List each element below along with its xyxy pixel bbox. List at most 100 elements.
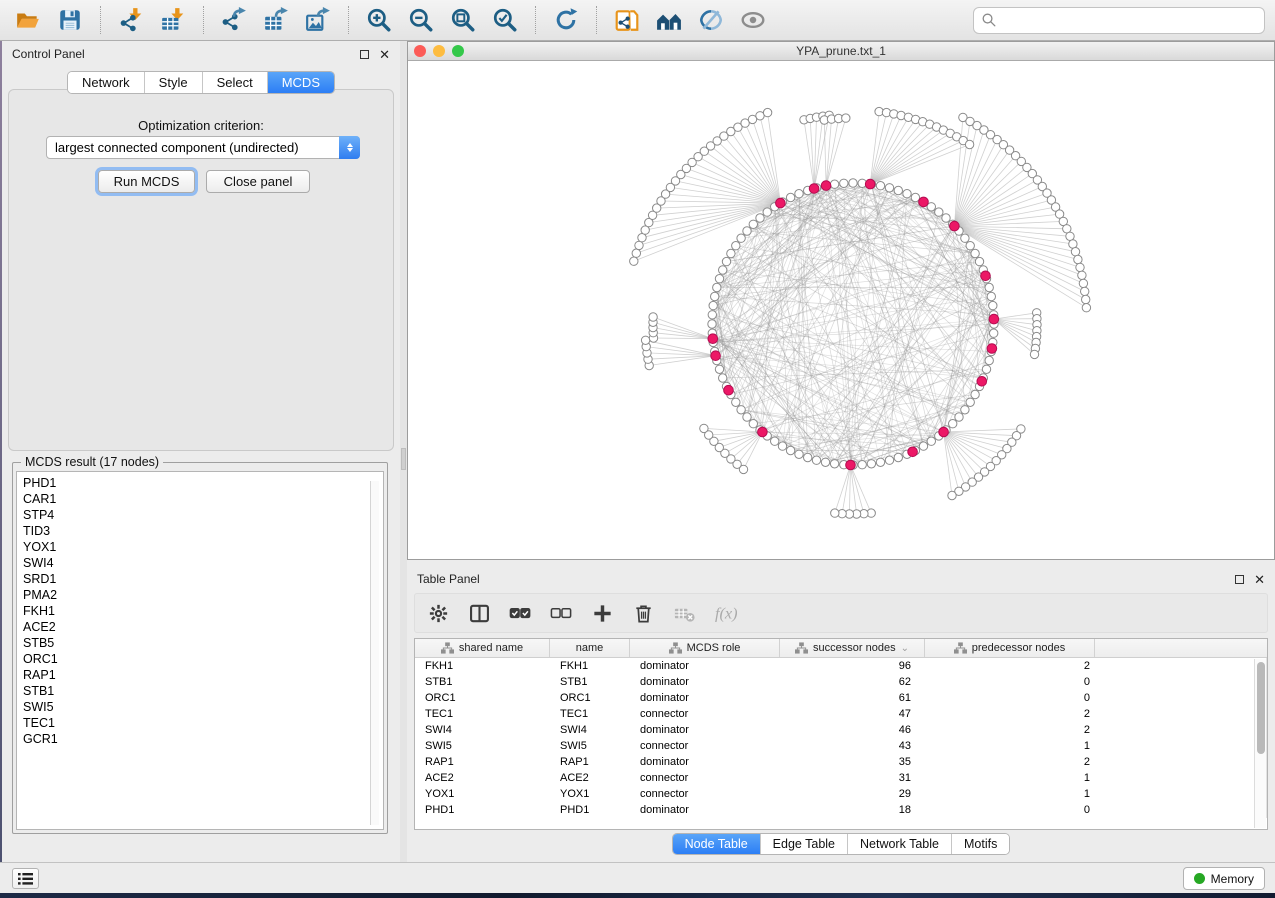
graph-node [795, 450, 803, 458]
export-network-button[interactable] [216, 3, 252, 37]
graph-node [743, 227, 751, 235]
mcds-result-item[interactable]: STP4 [23, 507, 383, 523]
tab-network[interactable]: Network [68, 72, 145, 93]
mcds-result-item[interactable]: YOX1 [23, 539, 383, 555]
table-row[interactable]: RAP1RAP1dominator352 [415, 754, 1267, 770]
mcds-result-item[interactable]: STB1 [23, 683, 383, 699]
mcds-result-item[interactable]: FKH1 [23, 603, 383, 619]
network-graph[interactable] [408, 61, 1274, 558]
main-toolbar [0, 0, 1275, 41]
run-mcds-button[interactable]: Run MCDS [98, 170, 195, 193]
mcds-result-item[interactable]: STB5 [23, 635, 383, 651]
graph-node [894, 453, 902, 461]
table-scrollbar[interactable] [1254, 659, 1266, 828]
mcds-result-item[interactable]: SRD1 [23, 571, 383, 587]
cell: 2 [925, 722, 1095, 738]
table-row[interactable]: FKH1FKH1dominator962 [415, 658, 1267, 674]
export-image-button[interactable] [300, 3, 336, 37]
select-all-button[interactable] [509, 600, 532, 626]
zoom-fit-button[interactable] [445, 3, 481, 37]
zoom-in-button[interactable] [361, 3, 397, 37]
criterion-dropdown[interactable]: largest connected component (undirected) [46, 136, 360, 159]
table-row[interactable]: PHD1PHD1dominator180 [415, 802, 1267, 818]
column-header-successor-nodes[interactable]: successor nodes⌄ [780, 639, 925, 657]
mcds-result-item[interactable]: ACE2 [23, 619, 383, 635]
table-row[interactable]: STB1STB1dominator620 [415, 674, 1267, 690]
graph-mcds-node [821, 181, 831, 191]
task-history-button[interactable] [12, 868, 39, 889]
mcds-result-item[interactable]: TEC1 [23, 715, 383, 731]
columns-button[interactable] [468, 600, 491, 626]
network-window-titlebar[interactable]: YPA_prune.txt_1 [408, 42, 1274, 61]
table-row[interactable]: ACE2ACE2connector311 [415, 770, 1267, 786]
zoom-out-button[interactable] [403, 3, 439, 37]
save-button[interactable] [52, 3, 88, 37]
cell: 18 [780, 802, 925, 818]
mcds-result-item[interactable]: CAR1 [23, 491, 383, 507]
tab-network-table[interactable]: Network Table [848, 834, 952, 854]
close-panel-button[interactable]: Close panel [206, 170, 310, 193]
mcds-result-item[interactable]: TID3 [23, 523, 383, 539]
tab-mcds[interactable]: MCDS [268, 72, 334, 93]
export-table-button[interactable] [258, 3, 294, 37]
delete-button[interactable] [632, 600, 655, 626]
float-table-panel-icon[interactable] [1235, 575, 1244, 584]
tab-style[interactable]: Style [145, 72, 203, 93]
tab-motifs[interactable]: Motifs [952, 834, 1009, 854]
import-network-button[interactable] [113, 3, 149, 37]
clone-network-icon [614, 7, 640, 33]
table-row[interactable]: YOX1YOX1connector291 [415, 786, 1267, 802]
toolbar-search[interactable] [973, 7, 1265, 34]
column-header-MCDS-role[interactable]: MCDS role [630, 639, 780, 657]
memory-button[interactable]: Memory [1183, 867, 1265, 890]
eye-slash-button[interactable] [693, 3, 729, 37]
eye-button[interactable] [735, 3, 771, 37]
clone-network-button[interactable] [609, 3, 645, 37]
zoom-selected-button[interactable] [487, 3, 523, 37]
float-panel-icon[interactable] [360, 50, 369, 59]
tab-select[interactable]: Select [203, 72, 268, 93]
mcds-list-scrollbar[interactable] [370, 481, 379, 825]
vertical-splitter[interactable] [400, 41, 407, 862]
optimization-criterion-label: Optimization criterion: [9, 118, 393, 133]
mcds-result-item[interactable]: GCR1 [23, 731, 383, 747]
graph-node [715, 275, 723, 283]
table-row[interactable]: SWI4SWI4dominator462 [415, 722, 1267, 738]
column-header-shared-name[interactable]: shared name [415, 639, 550, 657]
splitter-grip[interactable] [401, 448, 406, 470]
mcds-result-item[interactable]: RAP1 [23, 667, 383, 683]
close-panel-icon[interactable]: ✕ [379, 50, 390, 59]
tab-node-table[interactable]: Node Table [673, 834, 761, 854]
open-folder-button[interactable] [10, 3, 46, 37]
mcds-result-item[interactable]: SWI4 [23, 555, 383, 571]
table-panel-titlebar[interactable]: Table Panel ✕ [407, 566, 1275, 592]
gear-button[interactable] [427, 600, 450, 626]
mcds-result-item[interactable]: SWI5 [23, 699, 383, 715]
column-header-name[interactable]: name [550, 639, 630, 657]
control-panel-titlebar[interactable]: Control Panel ✕ [2, 41, 400, 67]
cell: 43 [780, 738, 925, 754]
double-house-button[interactable] [651, 3, 687, 37]
deselect-all-button[interactable] [550, 600, 573, 626]
close-table-panel-icon[interactable]: ✕ [1254, 575, 1265, 584]
search-input[interactable] [1002, 12, 1257, 28]
mcds-result-list[interactable]: PHD1CAR1STP4TID3YOX1SWI4SRD1PMA2FKH1ACE2… [16, 471, 384, 830]
table-row[interactable]: ORC1ORC1dominator610 [415, 690, 1267, 706]
refresh-layout-button[interactable] [548, 3, 584, 37]
add-icon [591, 602, 614, 625]
sort-chevron-icon[interactable]: ⌄ [901, 643, 909, 654]
table-scrollbar-thumb[interactable] [1257, 662, 1265, 754]
mcds-result-item[interactable]: PHD1 [23, 475, 383, 491]
tab-edge-table[interactable]: Edge Table [761, 834, 848, 854]
table-row[interactable]: TEC1TEC1connector472 [415, 706, 1267, 722]
graph-node [763, 208, 771, 216]
import-table-button[interactable] [155, 3, 191, 37]
add-button[interactable] [591, 600, 614, 626]
table-row[interactable]: SWI5SWI5connector431 [415, 738, 1267, 754]
mcds-result-item[interactable]: PMA2 [23, 587, 383, 603]
column-header-predecessor-nodes[interactable]: predecessor nodes [925, 639, 1095, 657]
cell: STB1 [415, 674, 550, 690]
cell: 2 [925, 706, 1095, 722]
svg-text:f(x): f(x) [715, 603, 737, 622]
mcds-result-item[interactable]: ORC1 [23, 651, 383, 667]
